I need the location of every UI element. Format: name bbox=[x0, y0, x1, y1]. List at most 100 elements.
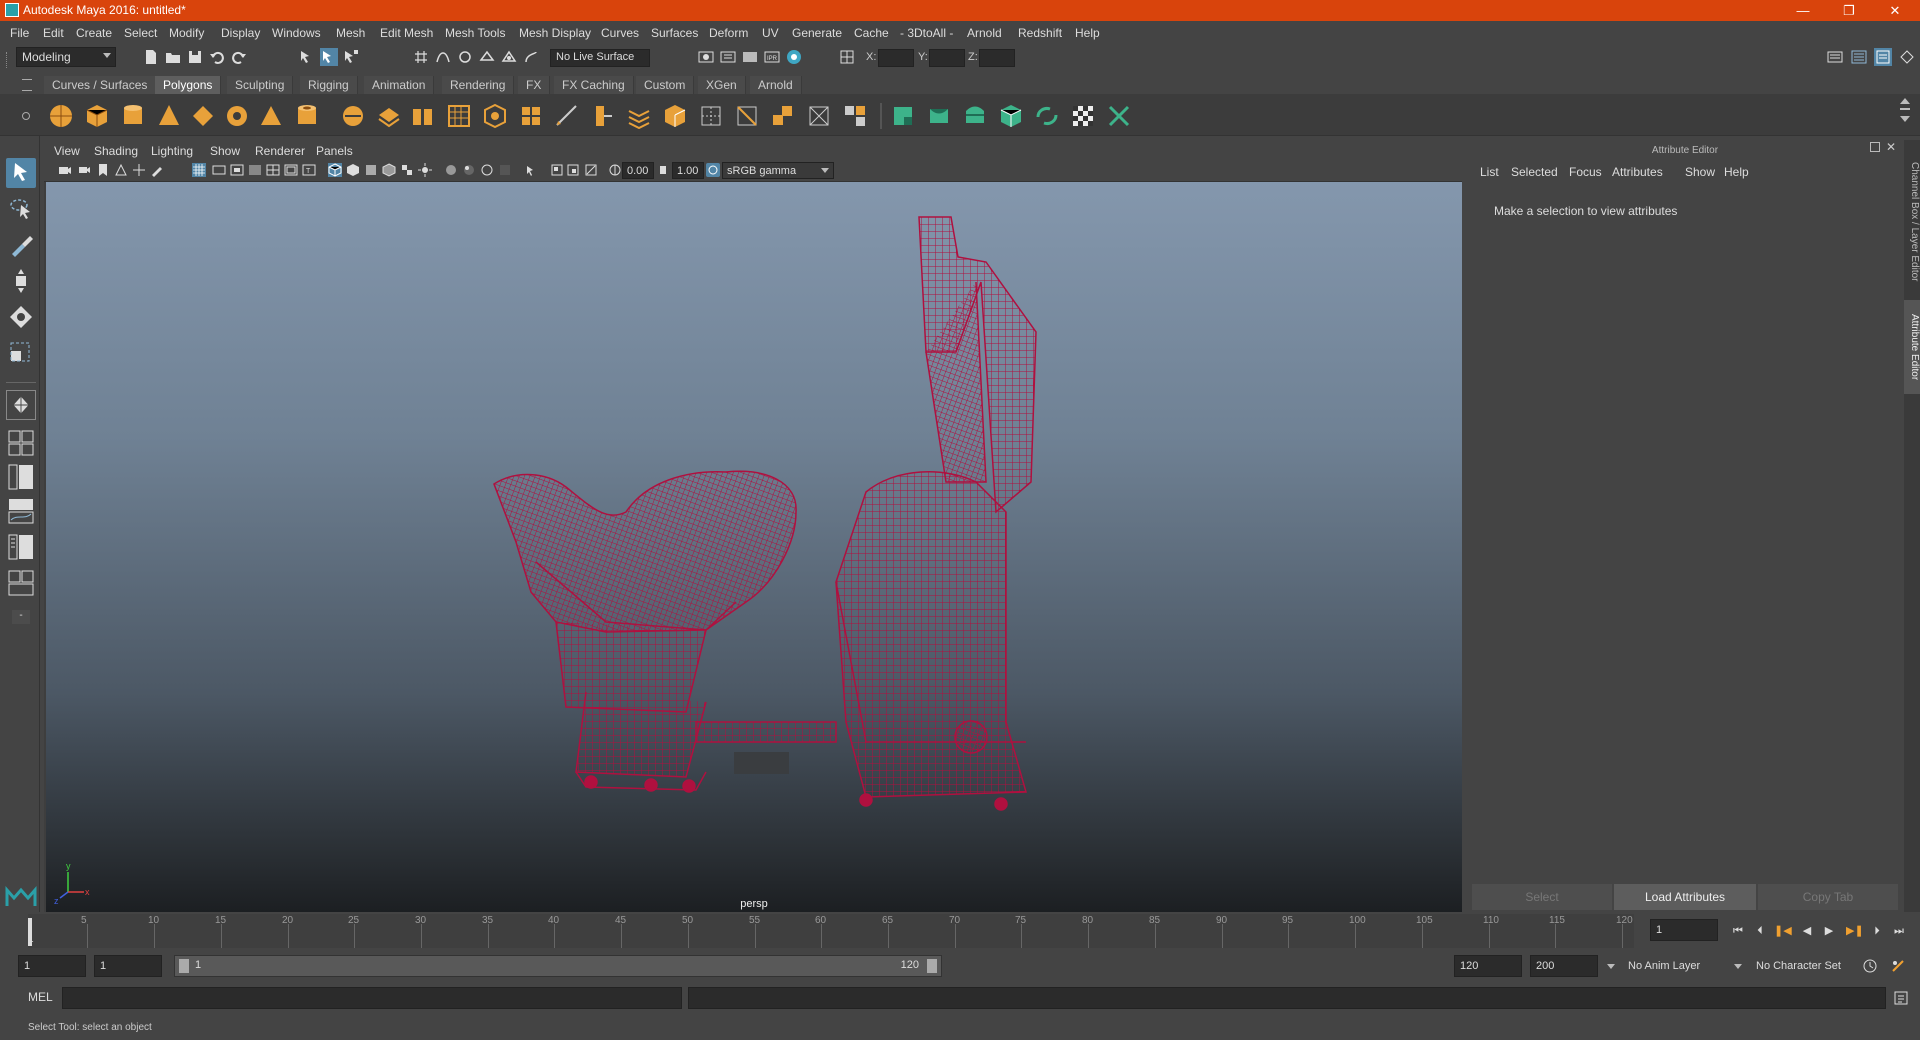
animation-preferences-icon[interactable] bbox=[1890, 958, 1906, 974]
gamma-field[interactable]: 1.00 bbox=[672, 162, 704, 179]
gamma-icon[interactable] bbox=[656, 163, 670, 177]
paint-select-icon[interactable] bbox=[6, 230, 36, 260]
z-field[interactable] bbox=[979, 49, 1015, 67]
shelf-menu-icon[interactable] bbox=[22, 79, 32, 91]
mode-dropdown[interactable]: Modeling bbox=[16, 47, 116, 67]
separate-icon[interactable] bbox=[376, 103, 402, 129]
persp-graph-layout-icon[interactable] bbox=[6, 496, 36, 526]
menu-deform[interactable]: Deform bbox=[709, 26, 748, 40]
menu-redshift[interactable]: Redshift bbox=[1018, 26, 1062, 40]
go-to-end-icon[interactable]: ⏭ bbox=[1892, 924, 1906, 938]
poly-sphere-icon[interactable] bbox=[48, 103, 74, 129]
default-material-icon[interactable] bbox=[364, 163, 378, 177]
four-view-layout-icon[interactable] bbox=[6, 428, 36, 458]
render-frame-icon[interactable] bbox=[741, 48, 759, 66]
minimize-icon[interactable]: — bbox=[1780, 0, 1826, 21]
snap-point-icon[interactable] bbox=[456, 48, 474, 66]
grease-pencil-icon[interactable] bbox=[150, 163, 164, 177]
move-tool-icon[interactable] bbox=[6, 266, 36, 296]
float-panel-icon[interactable] bbox=[1870, 142, 1880, 152]
select-hierarchy-icon[interactable] bbox=[298, 48, 316, 66]
combine-icon[interactable] bbox=[340, 103, 366, 129]
chevron-down-icon[interactable] bbox=[1607, 964, 1615, 969]
attr-menu-show[interactable]: Show bbox=[1685, 165, 1715, 179]
rotate-tool-icon[interactable] bbox=[6, 302, 36, 332]
extract-icon[interactable] bbox=[410, 103, 436, 129]
current-frame-field[interactable]: 1 bbox=[1650, 919, 1718, 941]
go-to-start-icon[interactable]: ⏮ bbox=[1731, 924, 1745, 938]
persp-outliner-vertical-icon[interactable] bbox=[6, 532, 36, 562]
vp-menu-view[interactable]: View bbox=[54, 144, 80, 158]
menu-create[interactable]: Create bbox=[76, 26, 112, 40]
bridge-icon[interactable] bbox=[554, 103, 580, 129]
maximize-icon[interactable]: ❐ bbox=[1826, 0, 1872, 21]
x-field[interactable] bbox=[878, 49, 914, 67]
menu-display[interactable]: Display bbox=[221, 26, 260, 40]
vp-menu-show[interactable]: Show bbox=[210, 144, 240, 158]
range-end-handle[interactable] bbox=[927, 959, 937, 973]
smooth-icon[interactable] bbox=[446, 103, 472, 129]
menu-file[interactable]: File bbox=[10, 26, 29, 40]
select-component-icon[interactable] bbox=[342, 48, 360, 66]
modeling-toolkit-icon[interactable] bbox=[1826, 48, 1844, 66]
attribute-editor-toggle-icon[interactable] bbox=[1874, 48, 1892, 66]
xray-icon[interactable] bbox=[550, 163, 564, 177]
exposure-field[interactable]: 0.00 bbox=[622, 162, 654, 179]
isolate-select-icon[interactable] bbox=[524, 163, 538, 177]
close-panel-icon[interactable]: ✕ bbox=[1886, 140, 1896, 154]
animation-end-field[interactable]: 200 bbox=[1530, 955, 1598, 977]
play-forwards-icon[interactable]: ▶ bbox=[1822, 924, 1836, 938]
poly-pipe-icon[interactable] bbox=[294, 103, 320, 129]
menu-help[interactable]: Help bbox=[1075, 26, 1100, 40]
attr-menu-help[interactable]: Help bbox=[1724, 165, 1749, 179]
poly-plane-icon[interactable] bbox=[190, 103, 216, 129]
scale-tool-icon[interactable] bbox=[6, 338, 36, 368]
snap-curve-icon[interactable] bbox=[434, 48, 452, 66]
make-live-icon[interactable] bbox=[500, 48, 518, 66]
uv-automatic-icon[interactable] bbox=[998, 103, 1024, 129]
perspective-viewport[interactable]: y x z persp bbox=[46, 182, 1462, 912]
bevel-icon[interactable] bbox=[626, 103, 652, 129]
poly-cone-icon[interactable] bbox=[156, 103, 182, 129]
bookmark-icon[interactable] bbox=[96, 163, 110, 177]
menu-select[interactable]: Select bbox=[124, 26, 157, 40]
menu-cache[interactable]: Cache bbox=[854, 26, 889, 40]
vp-menu-panels[interactable]: Panels bbox=[316, 144, 353, 158]
uv-cut-sew-icon[interactable] bbox=[1106, 103, 1132, 129]
tab-fx-caching[interactable]: FX Caching bbox=[554, 76, 634, 94]
command-input[interactable] bbox=[62, 987, 682, 1009]
xray-active-icon[interactable] bbox=[566, 163, 580, 177]
uv-unfold-icon[interactable] bbox=[1034, 103, 1060, 129]
boolean-icon[interactable] bbox=[482, 103, 508, 129]
grip-handle[interactable] bbox=[6, 52, 8, 68]
attr-menu-list[interactable]: List bbox=[1480, 165, 1499, 179]
command-language-label[interactable]: MEL bbox=[28, 990, 53, 1004]
attr-menu-selected[interactable]: Selected bbox=[1511, 165, 1558, 179]
color-space-dropdown[interactable]: sRGB gamma bbox=[722, 162, 834, 179]
append-polygon-icon[interactable] bbox=[698, 103, 724, 129]
single-perspective-view-icon[interactable] bbox=[6, 390, 36, 420]
snap-surface-icon[interactable] bbox=[522, 48, 540, 66]
mirror-icon[interactable] bbox=[518, 103, 544, 129]
tab-attribute-editor[interactable]: Attribute Editor bbox=[1904, 300, 1920, 394]
camera-attributes-icon[interactable] bbox=[78, 163, 92, 177]
redo-icon[interactable] bbox=[230, 48, 248, 66]
select-tool-icon[interactable] bbox=[6, 158, 36, 188]
textured-icon[interactable] bbox=[400, 163, 414, 177]
timeline-strip[interactable]: 1 5 10 15 20 25 30 35 40 45 50 55 60 65 70 75 80 85 90 95 1… bbox=[28, 914, 1634, 948]
shadows-icon[interactable] bbox=[444, 163, 458, 177]
playback-end-field[interactable]: 120 bbox=[1454, 955, 1522, 977]
new-scene-icon[interactable] bbox=[142, 48, 160, 66]
tab-xgen[interactable]: XGen bbox=[698, 76, 746, 94]
anti-aliasing-icon[interactable] bbox=[498, 163, 512, 177]
tab-animation[interactable]: Animation bbox=[364, 76, 435, 94]
menu-mesh-display[interactable]: Mesh Display bbox=[519, 26, 591, 40]
chevron-down-icon[interactable] bbox=[1734, 964, 1742, 969]
quad-draw-icon[interactable] bbox=[842, 103, 868, 129]
tab-rendering[interactable]: Rendering bbox=[442, 76, 515, 94]
shelf-gear-icon[interactable] bbox=[22, 112, 30, 120]
safe-action-icon[interactable] bbox=[284, 163, 298, 177]
step-back-frame-icon[interactable]: ❚◀ bbox=[1774, 924, 1792, 938]
menu-edit-mesh[interactable]: Edit Mesh bbox=[380, 26, 433, 40]
load-attributes-button[interactable]: Load Attributes bbox=[1614, 884, 1756, 910]
